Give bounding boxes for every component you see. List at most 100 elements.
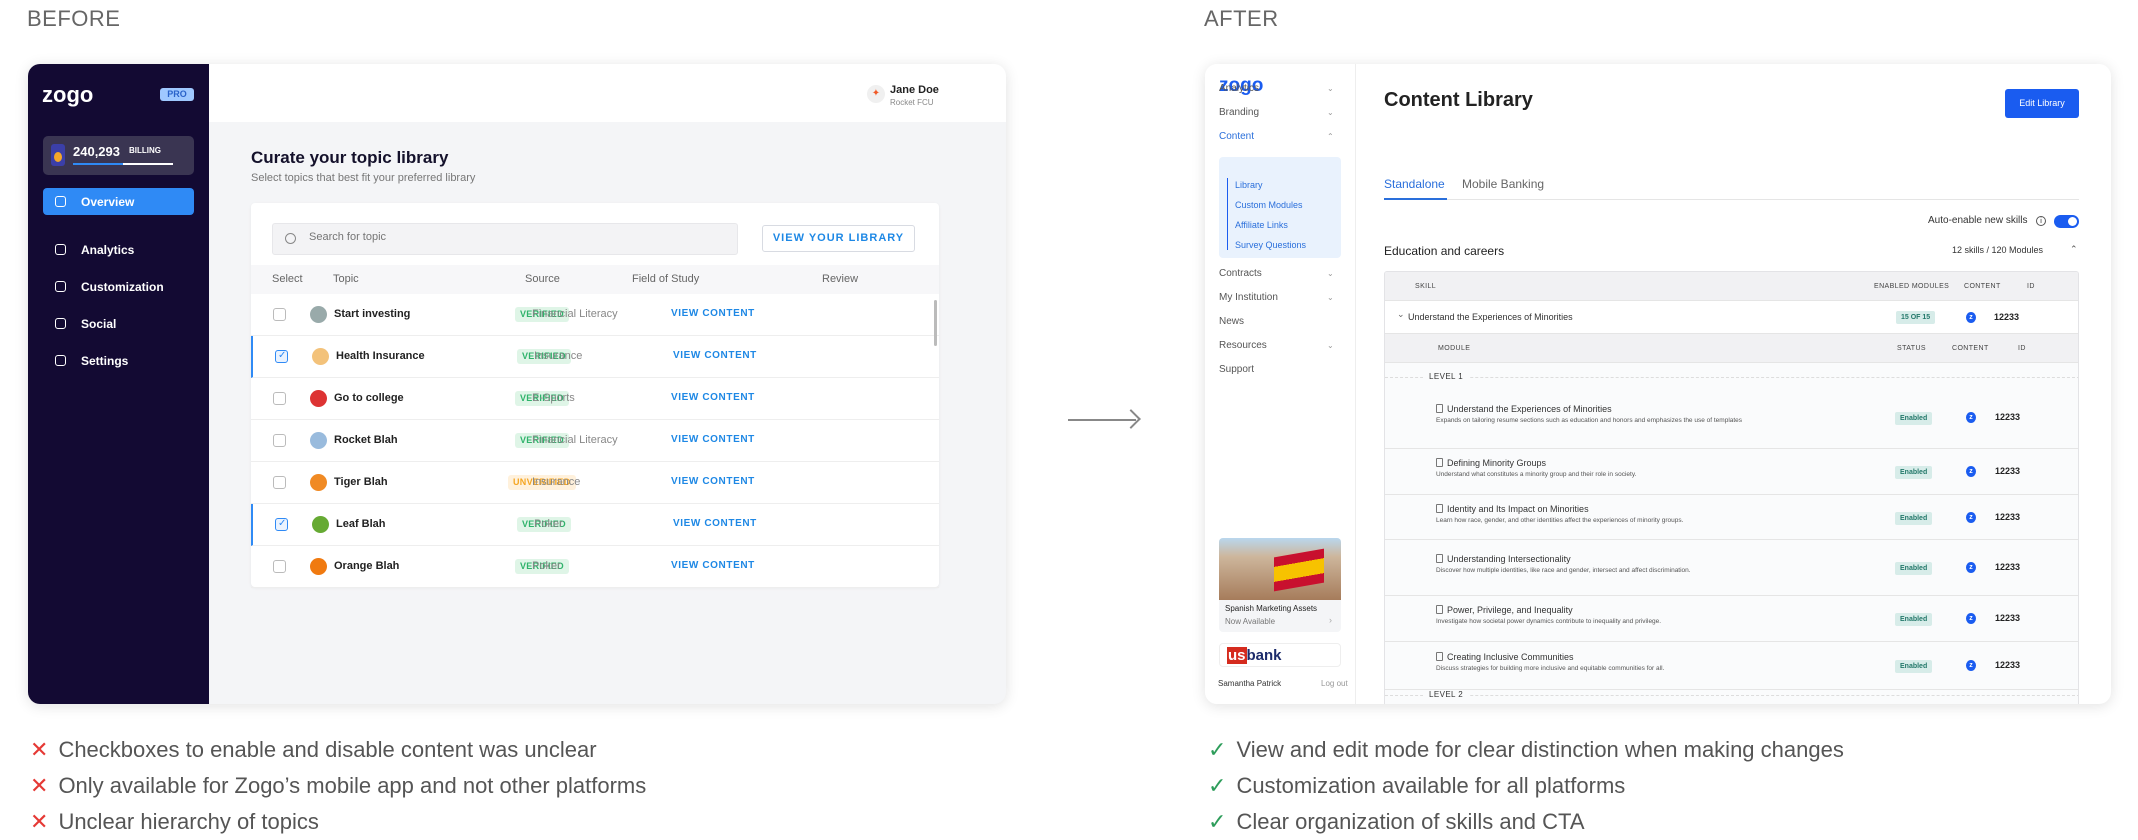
- tab-standalone[interactable]: Standalone: [1384, 177, 1445, 191]
- search-icon: [285, 233, 296, 244]
- module-row[interactable]: Identity and Its Impact on Minorities Le…: [1385, 495, 2078, 540]
- document-icon: [1436, 652, 1443, 661]
- pro-text: Clear organization of skills and CTA: [1236, 809, 1585, 834]
- view-content-link[interactable]: VIEW CONTENT: [673, 518, 757, 529]
- module-title: Identity and Its Impact on Minorities: [1447, 503, 1589, 514]
- sidebar-subitem-custom-modules[interactable]: Custom Modules: [1235, 200, 1303, 210]
- view-content-link[interactable]: VIEW CONTENT: [671, 476, 755, 487]
- col-module-id: ID: [2018, 345, 2026, 352]
- col-field: Field of Study: [632, 273, 700, 285]
- table-row[interactable]: Leaf Blah VERIFIED Poker VIEW CONTENT: [251, 504, 939, 546]
- select-checkbox[interactable]: [273, 392, 286, 405]
- table-row[interactable]: Orange Blah VERIFIED Poker VIEW CONTENT: [251, 546, 939, 588]
- promo-title: Spanish Marketing Assets: [1225, 604, 1318, 613]
- school-icon: [310, 390, 327, 407]
- table-row[interactable]: Go to college VERIFIED E-Sports VIEW CON…: [251, 378, 939, 420]
- sidebar-item-my-institution[interactable]: My Institution ⌄: [1219, 292, 1349, 303]
- zogo-content-icon[interactable]: z: [1966, 660, 1976, 671]
- status-badge: Enabled: [1895, 562, 1933, 575]
- select-checkbox[interactable]: [273, 476, 286, 489]
- sidebar-item-label: Social: [81, 317, 117, 331]
- auto-enable-toggle[interactable]: [2054, 215, 2079, 228]
- view-content-link[interactable]: VIEW CONTENT: [671, 392, 755, 403]
- sidebar-item-resources[interactable]: Resources ⌄: [1219, 340, 1349, 351]
- col-id: ID: [2027, 283, 2035, 290]
- billing-widget[interactable]: 240,293 BILLING: [43, 136, 194, 175]
- view-library-button[interactable]: VIEW YOUR LIBRARY: [762, 225, 915, 252]
- table-row[interactable]: Start investing VERIFIED Financial Liter…: [251, 294, 939, 336]
- table-row[interactable]: Tiger Blah UNVERIFIED Insurance VIEW CON…: [251, 462, 939, 504]
- avatar[interactable]: ✦: [867, 85, 885, 103]
- tab-mobile-banking[interactable]: Mobile Banking: [1462, 177, 1544, 191]
- active-indicator: [1227, 178, 1228, 250]
- sidebar-item-analytics[interactable]: Analytics: [43, 239, 194, 261]
- document-icon: [1436, 503, 1443, 513]
- view-content-link[interactable]: VIEW CONTENT: [673, 350, 757, 361]
- table-row[interactable]: Health Insurance VERIFIED Insurance VIEW…: [251, 336, 939, 378]
- sidebar-item-news[interactable]: News: [1219, 316, 1349, 327]
- edit-library-button[interactable]: Edit Library: [2005, 89, 2079, 118]
- select-checkbox[interactable]: [275, 518, 288, 531]
- sidebar-item-support[interactable]: Support: [1219, 364, 1349, 375]
- select-checkbox[interactable]: [273, 560, 286, 573]
- sidebar-subitem-library[interactable]: Library: [1235, 180, 1263, 190]
- info-icon[interactable]: i: [2036, 216, 2046, 226]
- skill-row[interactable]: ⌄ Understand the Experiences of Minoriti…: [1385, 301, 2078, 334]
- chevron-up-icon[interactable]: ⌃: [2070, 244, 2078, 255]
- sidebar-subitem-affiliate-links[interactable]: Affiliate Links: [1235, 220, 1288, 230]
- pro-item: ✓ Clear organization of skills and CTA: [1208, 809, 1585, 835]
- module-row[interactable]: Understand the Experiences of Minorities…: [1385, 386, 2078, 449]
- module-id: 12233: [1995, 613, 2021, 623]
- tiger-icon: [310, 474, 327, 491]
- select-checkbox[interactable]: [275, 350, 288, 363]
- sidebar-item-analytics[interactable]: Analytics ⌄: [1219, 83, 1349, 94]
- sidebar-item-branding[interactable]: Branding ⌄: [1219, 107, 1349, 118]
- sidebar-item-contracts[interactable]: Contracts ⌄: [1219, 268, 1349, 279]
- module-title: Understanding Intersectionality: [1447, 554, 1571, 564]
- promo-card[interactable]: Spanish Marketing Assets Now Available ›: [1219, 538, 1341, 632]
- sidebar: zogo PRO 240,293 BILLING Overview Analyti…: [28, 64, 209, 704]
- sidebar-item-content[interactable]: Content ⌃: [1219, 131, 1349, 142]
- sidebar-item-overview[interactable]: Overview: [43, 191, 194, 213]
- view-content-link[interactable]: VIEW CONTENT: [671, 560, 755, 571]
- zogo-content-icon[interactable]: z: [1966, 466, 1976, 477]
- sidebar-subitem-survey-questions[interactable]: Survey Questions: [1235, 240, 1306, 250]
- select-checkbox[interactable]: [273, 308, 286, 321]
- search-box[interactable]: [272, 223, 738, 255]
- view-content-link[interactable]: VIEW CONTENT: [671, 308, 755, 319]
- module-row[interactable]: Defining Minority Groups Understand what…: [1385, 449, 2078, 495]
- module-row[interactable]: Creating Inclusive Communities Discuss s…: [1385, 642, 2078, 690]
- zogo-content-icon[interactable]: z: [1966, 511, 1976, 523]
- con-text: Only available for Zogo’s mobile app and…: [58, 773, 647, 798]
- logout-link[interactable]: Log out: [1321, 679, 1348, 688]
- chevron-down-icon[interactable]: ⌄: [1397, 309, 1405, 320]
- zogo-content-icon[interactable]: z: [1966, 562, 1976, 573]
- module-description: Expands on tailoring resume sections suc…: [1436, 416, 1743, 424]
- search-input[interactable]: [309, 231, 709, 243]
- sidebar-item-social[interactable]: Social: [43, 313, 194, 335]
- level-label: LEVEL 1: [1423, 372, 1470, 382]
- home-icon: [55, 196, 66, 207]
- col-enabled-modules: ENABLED MODULES: [1874, 283, 1950, 290]
- zogo-content-icon[interactable]: z: [1966, 312, 1976, 323]
- pro-badge: PRO: [160, 88, 194, 101]
- billing-label: BILLING: [129, 146, 161, 155]
- chevron-right-icon: ›: [1329, 615, 1332, 625]
- sidebar-item-label: Resources: [1219, 340, 1267, 351]
- zogo-content-icon[interactable]: z: [1966, 411, 1976, 423]
- zogo-content-icon[interactable]: z: [1966, 613, 1976, 624]
- select-checkbox[interactable]: [273, 434, 286, 447]
- table-row[interactable]: Rocket Blah VERIFIED Financial Literacy …: [251, 420, 939, 462]
- scrollbar[interactable]: [934, 300, 937, 346]
- bank-logo: usbank: [1219, 643, 1341, 667]
- field-of-study: Poker: [532, 560, 561, 572]
- pro-text: View and edit mode for clear distinction…: [1236, 737, 1844, 762]
- sidebar-item-settings[interactable]: Settings: [43, 350, 194, 372]
- module-row[interactable]: Understanding Intersectionality Discover…: [1385, 540, 2078, 596]
- topic-name: Leaf Blah: [336, 518, 386, 530]
- module-row[interactable]: Power, Privilege, and Inequality Investi…: [1385, 596, 2078, 642]
- sidebar-item-customization[interactable]: Customization: [43, 276, 194, 298]
- pro-text: Customization available for all platform…: [1236, 773, 1626, 798]
- pineapple-icon: [51, 144, 65, 166]
- view-content-link[interactable]: VIEW CONTENT: [671, 434, 755, 445]
